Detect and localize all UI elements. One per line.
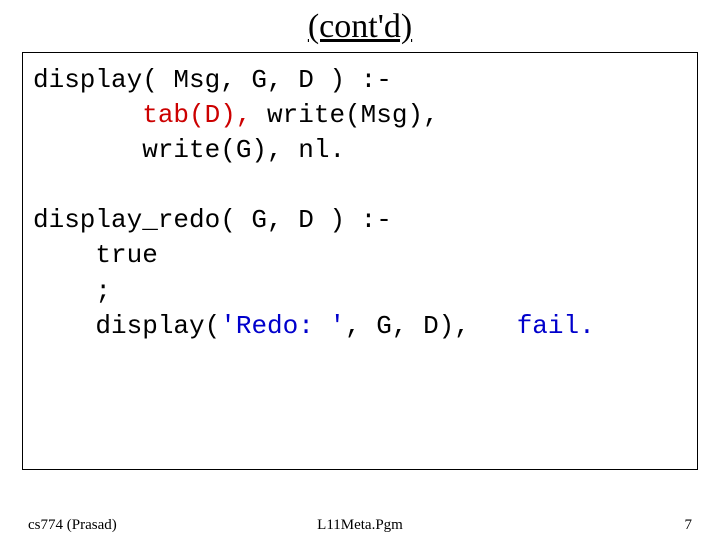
code-line-2: tab(D), write(Msg), [33, 98, 687, 133]
code-box: display( Msg, G, D ) :- tab(D), write(Ms… [22, 52, 698, 470]
display-call-head: display( [33, 311, 220, 341]
write-msg: write(Msg), [267, 100, 439, 130]
code-line-7: display('Redo: ', G, D), fail. [33, 309, 687, 344]
code-line-5: true [33, 238, 687, 273]
slide-root: (cont'd) display( Msg, G, D ) :- tab(D),… [0, 8, 720, 540]
slide-title: (cont'd) [0, 8, 720, 46]
code-line-3: write(G), nl. [33, 133, 687, 168]
footer-center: L11Meta.Pgm [317, 517, 403, 534]
code-line-1: display( Msg, G, D ) :- [33, 63, 687, 98]
code-line-4: display_redo( G, D ) :- [33, 203, 687, 238]
display-call-rest: , G, D), [345, 311, 517, 341]
footer-left: cs774 (Prasad) [28, 517, 117, 534]
tab-call: tab(D), [33, 100, 267, 130]
footer-right: 7 [685, 517, 693, 534]
code-line-6: ; [33, 274, 687, 309]
redo-literal: 'Redo: ' [220, 311, 345, 341]
fail-literal: fail. [517, 311, 595, 341]
code-blank-1 [33, 168, 687, 203]
